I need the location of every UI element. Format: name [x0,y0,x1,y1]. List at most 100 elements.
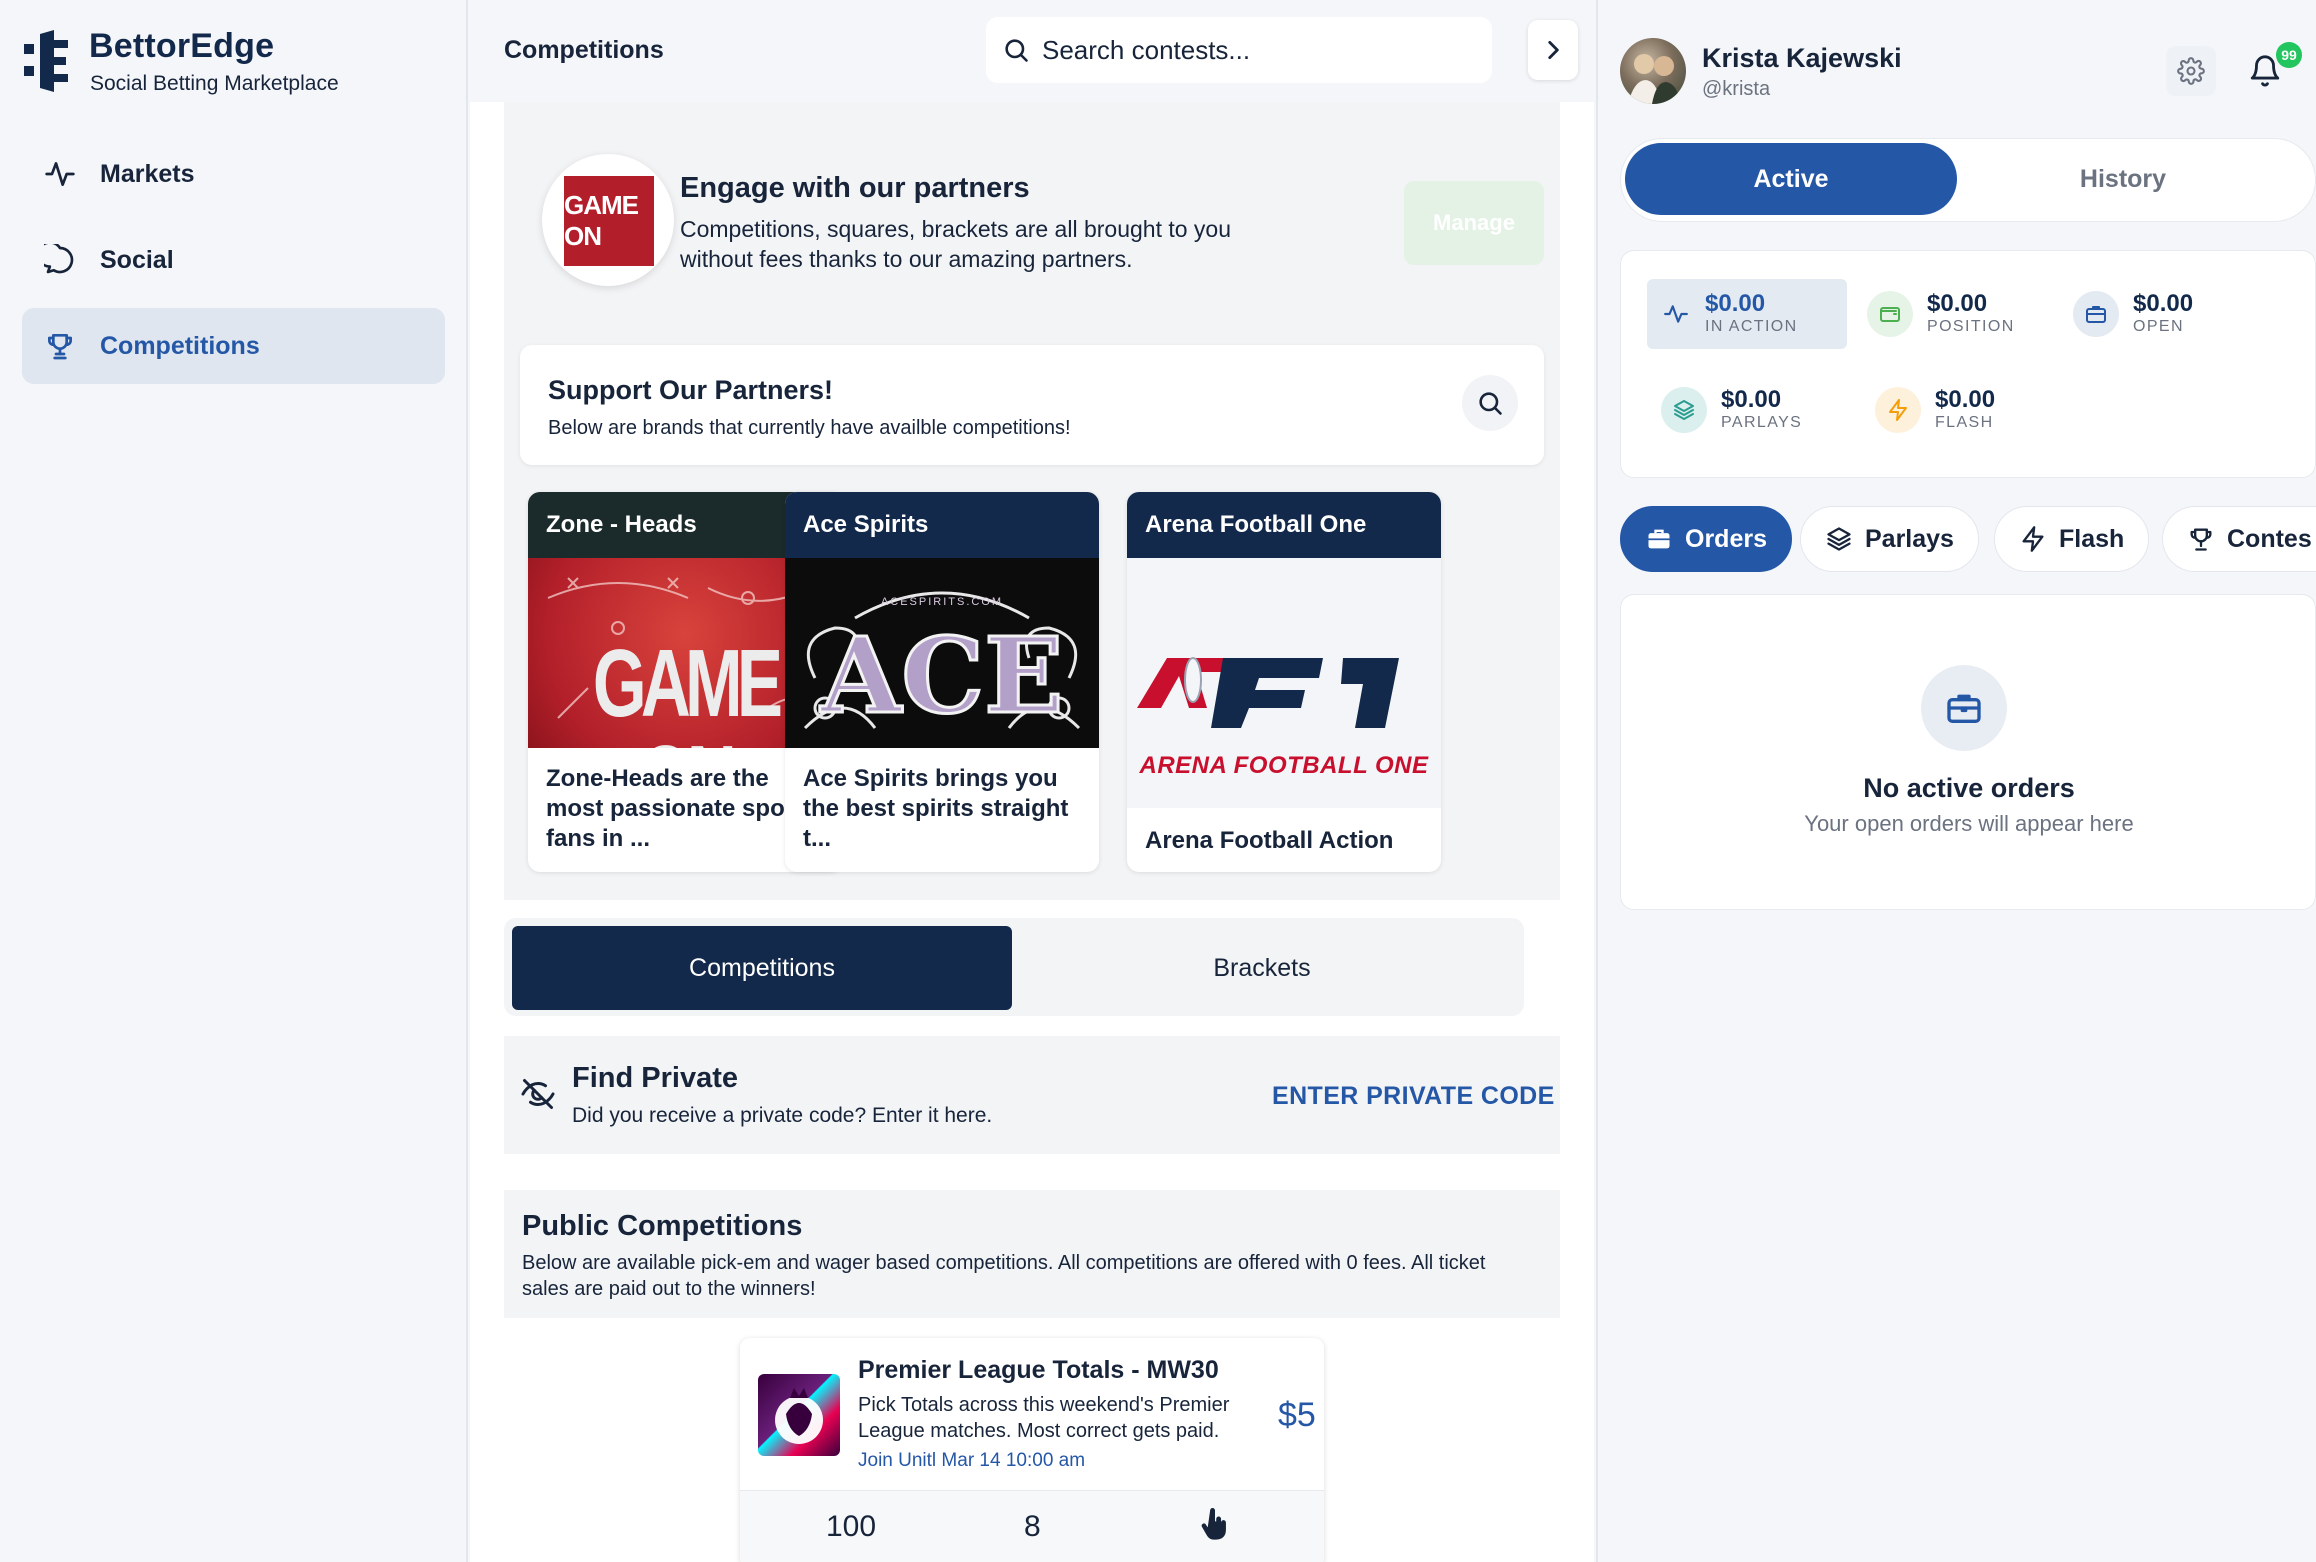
chevron-right-icon[interactable] [1528,20,1578,80]
manage-button[interactable]: Manage [1404,181,1544,265]
pill-label: Contes [2227,524,2312,553]
support-title: Support Our Partners! [548,375,834,405]
ace-logo-subtext: ACESPIRITS.COM [880,596,1004,608]
pill-label: Orders [1685,524,1767,553]
user-handle: @krista [1702,78,1771,100]
af1-logo: ARENA FOOTBALL ONE [1127,558,1441,808]
mini-logo-text: GAME ON [564,190,639,251]
brand-card-title: Ace Spirits [785,492,1099,558]
tab-brackets[interactable]: Brackets [1012,926,1512,1010]
brand-card-arena-football[interactable]: Arena Football One ARENA FOOTBALL ONE Ar… [1127,492,1441,872]
enter-private-code-link[interactable]: ENTER PRIVATE CODE [1272,1082,1555,1111]
contest-description: Pick Totals across this weekend's Premie… [858,1394,1230,1442]
balance-stats: $0.00 IN ACTION $0.00 POSITION $0.00 OPEN $… [1620,250,2316,478]
stat-value: $0.00 [1721,386,1782,413]
stat-label: IN ACTION [1705,318,1798,335]
pill-flash[interactable]: Flash [1994,506,2150,572]
page-title: Competitions [504,36,664,64]
contest-title: Premier League Totals - MW30 [858,1356,1219,1384]
empty-title: No active orders [1863,773,2075,803]
stat-value: $0.00 [2133,290,2194,317]
contest-join-deadline: Join Unitl Mar 14 10:00 am [858,1450,1086,1471]
avatar[interactable] [1620,38,1686,104]
stat-label: PARLAYS [1721,414,1803,431]
brand-name: BettorEdge [89,27,275,65]
lightning-icon [1875,387,1921,433]
brand-card-ace-spirits[interactable]: Ace Spirits ACESPIRITS.COM ACE Ace Spiri… [785,492,1099,872]
tab-active[interactable]: Active [1625,143,1957,215]
empty-orders-card: No active orders Your open orders will a… [1620,594,2316,910]
public-competitions-title: Public Competitions [522,1210,803,1242]
search-icon[interactable] [1462,375,1518,431]
stat-label: FLASH [1935,414,1994,431]
briefcase-icon [1921,665,2007,751]
bettoredge-logo-icon[interactable] [24,30,74,92]
nav-item-markets[interactable]: Markets [22,136,445,212]
engage-description: Competitions, squares, brackets are all … [680,216,1232,272]
brand-tagline: Social Betting Marketplace [90,72,339,95]
user-name: Krista Kajewski [1702,43,1902,73]
right-panel: Krista Kajewski @krista 99 Active Histor… [1596,0,2316,1562]
gear-icon[interactable] [2166,46,2216,96]
pulse-icon [1661,291,1691,337]
left-sidebar: BettorEdge Social Betting Marketplace Ma… [0,0,468,1562]
public-competitions-section: Public Competitions Below are available … [504,1190,1560,1318]
stat-label: OPEN [2133,318,2184,335]
nav-label: Markets [100,159,195,188]
partners-section: GAME ON Engage with our partners Competi… [504,102,1560,900]
trophy-icon [42,328,78,364]
find-private-section: Find Private Did you receive a private c… [504,1036,1560,1154]
pill-parlays[interactable]: Parlays [1800,506,1979,572]
stat-label: POSITION [1927,318,2015,335]
tab-competitions[interactable]: Competitions [512,926,1012,1010]
stat-parlays[interactable]: $0.00 PARLAYS [1647,375,1847,445]
layers-icon [1661,387,1707,433]
stat-value: $0.00 [1927,290,1988,317]
trophy-icon [2187,525,2215,553]
find-private-title: Find Private [572,1062,738,1094]
wallet-icon [1867,291,1913,337]
competition-type-toggle: Competitions Brackets [504,918,1524,1016]
nav-item-social[interactable]: Social [22,222,445,298]
tab-history[interactable]: History [1957,143,2289,215]
pill-orders[interactable]: Orders [1620,506,1792,572]
lightning-icon [2019,525,2047,553]
pill-label: Flash [2059,524,2125,553]
eye-off-icon [520,1076,556,1112]
contest-stat-entries: 100 [826,1510,877,1543]
support-partners-card: Support Our Partners! Below are brands t… [520,345,1544,465]
af1-logo-subtext: ARENA FOOTBALL ONE [1139,752,1429,779]
pill-contests[interactable]: Contes [2162,506,2316,572]
nav-label: Social [100,245,174,274]
notification-badge: 99 [2276,42,2302,68]
game-on-mini-logo: GAME ON [564,176,654,266]
search-icon [1002,36,1030,64]
activity-icon [42,156,78,192]
premier-league-logo [758,1374,840,1456]
support-description: Below are brands that currently have ava… [548,417,1071,439]
engage-title: Engage with our partners [680,172,1030,204]
contest-stat-count: 8 [1024,1510,1041,1543]
contest-price: $5 [1278,1396,1316,1434]
search-box[interactable] [986,17,1492,83]
layers-icon [1825,525,1853,553]
ace-spirits-logo: ACESPIRITS.COM ACE [785,558,1099,748]
find-private-description: Did you receive a private code? Enter it… [572,1104,993,1127]
chat-bubble-icon [42,242,78,278]
stat-flash[interactable]: $0.00 FLASH [1861,375,2061,445]
brand-card-title: Arena Football One [1127,492,1441,558]
stat-in-action[interactable]: $0.00 IN ACTION [1647,279,1847,349]
contest-card[interactable]: Premier League Totals - MW30 Pick Totals… [740,1338,1324,1562]
stat-value: $0.00 [1935,386,1996,413]
nav-label: Competitions [100,331,260,360]
public-competitions-description: Below are available pick-em and wager ba… [522,1252,1486,1300]
nav-item-competitions[interactable]: Competitions [22,308,445,384]
stat-position[interactable]: $0.00 POSITION [1853,279,2053,349]
game-on-logo-text: GAME ON [592,630,783,749]
search-input[interactable] [1042,34,1482,66]
pointer-hand-icon[interactable] [1200,1508,1230,1542]
orders-tabs: Active History [1620,138,2316,222]
empty-subtitle: Your open orders will appear here [1804,811,2134,836]
ace-logo-text: ACE [819,614,1065,737]
stat-open[interactable]: $0.00 OPEN [2059,279,2259,349]
